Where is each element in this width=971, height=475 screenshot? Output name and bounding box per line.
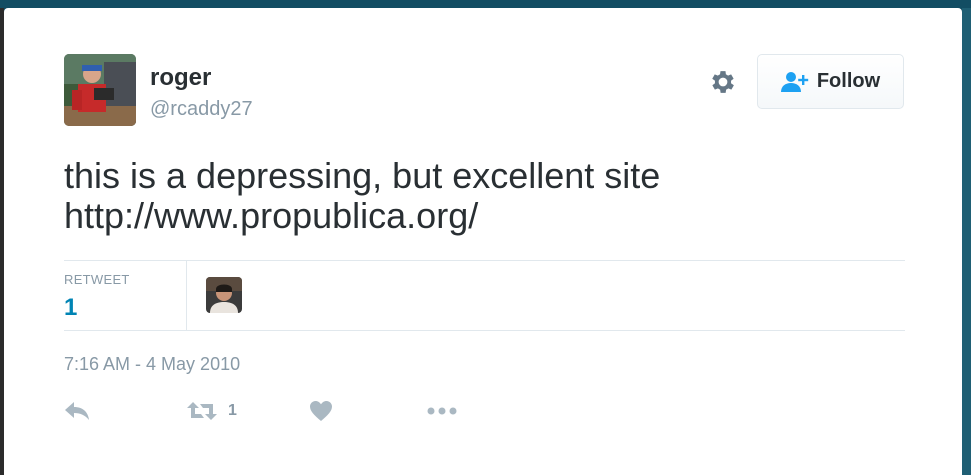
tweet-actions: 1 xyxy=(64,396,564,426)
reply-button[interactable] xyxy=(64,396,90,426)
follow-user-icon xyxy=(780,71,809,92)
follow-button[interactable]: Follow xyxy=(757,54,904,109)
retweet-stat-count[interactable]: 1 xyxy=(64,294,77,322)
retweet-stat-label: RETWEET xyxy=(64,272,130,287)
user-name[interactable]: roger xyxy=(150,64,211,92)
retweet-action-count: 1 xyxy=(228,402,237,419)
user-handle[interactable]: @rcaddy27 xyxy=(150,98,253,121)
follow-button-label: Follow xyxy=(816,70,881,92)
user-avatar[interactable] xyxy=(64,54,136,126)
heart-icon xyxy=(310,401,332,421)
gear-icon[interactable] xyxy=(708,67,738,97)
background-right xyxy=(962,8,971,475)
tweet-card: roger @rcaddy27 Follow this is a depress… xyxy=(4,8,962,475)
retweeter-avatar[interactable] xyxy=(206,277,242,313)
tweet-timestamp[interactable]: 7:16 AM - 4 May 2010 xyxy=(64,354,240,375)
background-top xyxy=(0,0,971,8)
tweet-text: this is a depressing, but excellent site… xyxy=(64,156,904,236)
more-button[interactable] xyxy=(427,396,457,426)
retweet-button[interactable]: 1 xyxy=(186,396,237,426)
reply-icon xyxy=(65,402,89,420)
more-icon xyxy=(427,407,457,415)
like-button[interactable] xyxy=(309,396,333,426)
tweet-text-line2[interactable]: http://www.propublica.org/ xyxy=(64,196,904,236)
retweet-stat[interactable]: RETWEET 1 xyxy=(64,261,187,330)
tweet-text-line1: this is a depressing, but excellent site xyxy=(64,155,661,196)
retweet-icon xyxy=(187,402,217,420)
tweet-stats: RETWEET 1 xyxy=(64,260,905,331)
